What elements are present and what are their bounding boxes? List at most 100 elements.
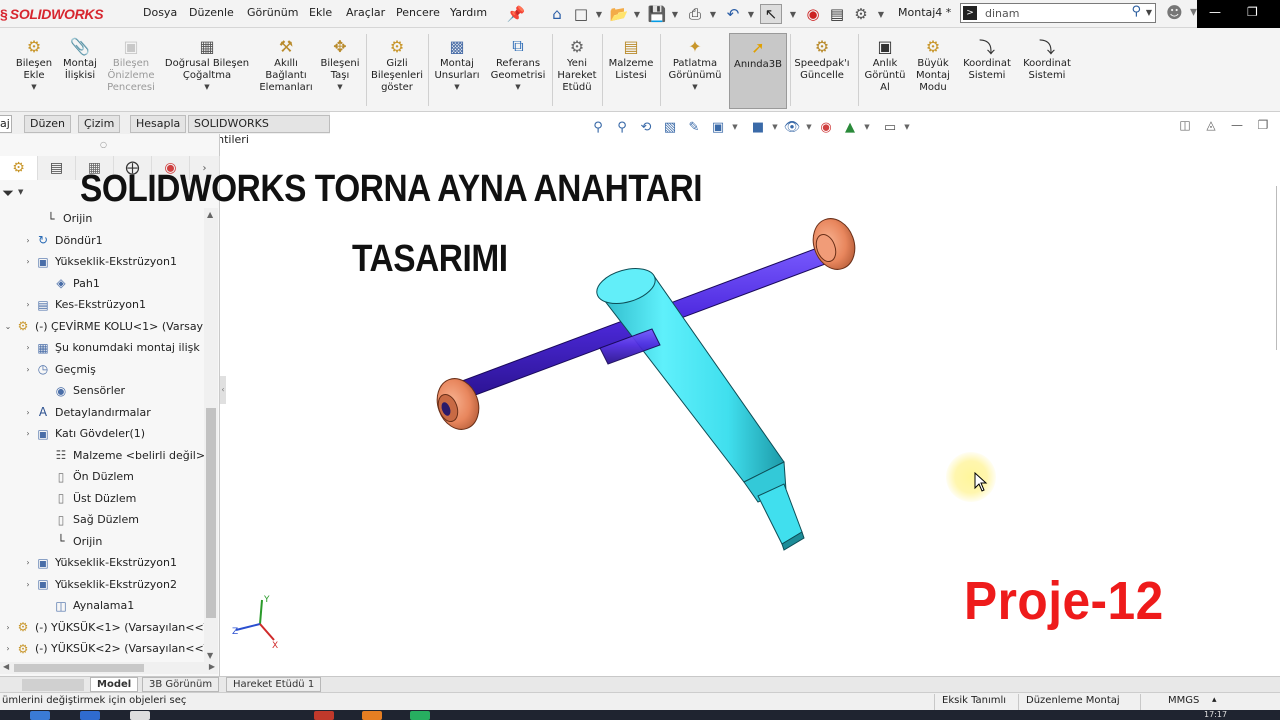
panel-grip[interactable]: ○: [100, 140, 107, 149]
menu-help[interactable]: Yardım: [450, 6, 487, 19]
tree-item[interactable]: › ▣ Yükseklik-Ekstrüzyon1: [22, 552, 177, 573]
chevron-down-icon[interactable]: ▼: [204, 83, 209, 91]
undo-dropdown-icon[interactable]: ▼: [746, 4, 756, 24]
tile-right-icon[interactable]: ◬: [1198, 118, 1224, 132]
panel-splitter[interactable]: ‹: [220, 376, 226, 404]
taskbar-app-icon[interactable]: [362, 711, 382, 720]
restore-icon[interactable]: ❐: [1247, 5, 1258, 19]
scroll-left-icon[interactable]: ◀: [3, 662, 9, 671]
filter-dropdown-icon[interactable]: ▼: [18, 188, 23, 196]
assembly-features-button[interactable]: ▩ Montaj Unsurları ▼: [432, 36, 482, 92]
menu-edit[interactable]: Düzenle: [189, 6, 234, 19]
units-chevron-icon[interactable]: ▴: [1212, 695, 1217, 705]
menu-insert[interactable]: Ekle: [309, 6, 332, 19]
select-dropdown-icon[interactable]: ▼: [788, 4, 798, 24]
solidworks-logo[interactable]: § SOLIDWORKS: [0, 2, 118, 26]
insert-component-button[interactable]: ⚙ Bileşen Ekle ▼: [12, 36, 56, 92]
command-search[interactable]: > ⚲ ▼: [960, 3, 1156, 23]
task-pane-edge[interactable]: [1276, 186, 1280, 350]
speedpak-button[interactable]: ⚙ Speedpak'ı Güncelle: [792, 36, 852, 82]
component-preview-button[interactable]: ▣ Bileşen Önizleme Penceresi: [104, 36, 158, 94]
tree-expander-icon[interactable]: ›: [22, 300, 34, 309]
new-document-icon[interactable]: □: [570, 4, 592, 24]
save-dropdown-icon[interactable]: ▼: [670, 4, 680, 24]
new-dropdown-icon[interactable]: ▼: [594, 4, 604, 24]
chuck-key-model[interactable]: [420, 200, 880, 560]
reference-geometry-button[interactable]: ⧉ Referans Geometrisi ▼: [488, 36, 548, 91]
search-icon[interactable]: ⚲: [1131, 4, 1141, 19]
chevron-down-icon[interactable]: ▼: [804, 117, 814, 137]
tab-sketch[interactable]: Çizim: [78, 115, 121, 133]
tile-left-icon[interactable]: ◫: [1172, 118, 1198, 132]
tree-item[interactable]: › ▣ Katı Gövdeler(1): [22, 423, 145, 444]
tree-item[interactable]: › ▣ Yükseklik-Ekstrüzyon2: [22, 574, 177, 595]
view-settings-icon[interactable]: ▭: [878, 117, 902, 137]
tree-item[interactable]: ◈ Pah1: [40, 273, 99, 294]
save-icon[interactable]: 💾: [646, 4, 668, 24]
tab-navigation-arrows[interactable]: [22, 679, 84, 691]
tree-item[interactable]: └ Orijin: [40, 531, 102, 552]
scroll-right-icon[interactable]: ▶: [209, 662, 215, 671]
tree-expander-icon[interactable]: ›: [22, 257, 34, 266]
menu-file[interactable]: Dosya: [143, 6, 177, 19]
doc-restore-icon[interactable]: ❐: [1250, 118, 1276, 132]
doc-minimize-icon[interactable]: —: [1224, 118, 1250, 132]
mate-button[interactable]: 📎 Montaj İlişkisi: [58, 36, 102, 82]
tree-expander-icon[interactable]: ›: [22, 558, 34, 567]
menu-view[interactable]: Görünüm: [247, 6, 298, 19]
taskbar-app-icon[interactable]: [30, 711, 50, 720]
scroll-down-icon[interactable]: ▼: [207, 651, 213, 660]
tree-expander-icon[interactable]: ›: [2, 644, 14, 653]
tree-item[interactable]: └ Orijin: [30, 208, 92, 229]
apply-scene-icon[interactable]: ▲: [838, 117, 862, 137]
edit-appearance-icon[interactable]: ◉: [814, 117, 838, 137]
tree-expander-icon[interactable]: ›: [22, 580, 34, 589]
view-orientation-icon[interactable]: ▣: [706, 117, 730, 137]
tab-assembly[interactable]: aj: [0, 115, 12, 133]
bill-of-materials-button[interactable]: ▤ Malzeme Listesi: [606, 36, 656, 82]
tab-evaluate[interactable]: Hesapla: [130, 115, 187, 133]
previous-view-icon[interactable]: ⟲: [634, 117, 658, 137]
menu-tools[interactable]: Araçlar: [346, 6, 385, 19]
tree-expander-icon[interactable]: ›: [22, 429, 34, 438]
print-dropdown-icon[interactable]: ▼: [708, 4, 718, 24]
feature-tree-tab-icon[interactable]: ⚙: [0, 156, 38, 180]
tree-item[interactable]: ☷ Malzeme <belirli değil>: [40, 445, 204, 466]
tree-expander-icon[interactable]: ›: [22, 236, 34, 245]
chevron-down-icon[interactable]: ▼: [730, 117, 740, 137]
open-folder-icon[interactable]: 📂: [608, 4, 630, 24]
file-properties-icon[interactable]: ▤: [826, 4, 848, 24]
menu-window[interactable]: Pencere: [396, 6, 440, 19]
move-component-button[interactable]: ✥ Bileşeni Taşı ▼: [318, 36, 362, 92]
tree-item[interactable]: › ▣ Yükseklik-Ekstrüzyon1: [22, 251, 177, 272]
chevron-down-icon[interactable]: ▼: [862, 117, 872, 137]
show-hidden-button[interactable]: ⚙ Gizli Bileşenleri göster: [370, 36, 424, 94]
tree-item[interactable]: › ◷ Geçmiş: [22, 359, 95, 380]
tree-expander-icon[interactable]: ›: [2, 623, 14, 632]
tree-expander-icon[interactable]: ›: [22, 365, 34, 374]
select-cursor-icon[interactable]: ↖: [760, 4, 782, 24]
tab-3d-view[interactable]: 3B Görünüm: [142, 677, 220, 692]
taskbar-app-icon[interactable]: [80, 711, 100, 720]
tree-item[interactable]: ◉ Sensörler: [40, 380, 125, 401]
minimize-icon[interactable]: —: [1209, 5, 1221, 19]
undo-icon[interactable]: ↶: [722, 4, 744, 24]
chevron-down-icon[interactable]: ▼: [692, 83, 697, 91]
tree-item[interactable]: › A Detaylandırmalar: [22, 402, 150, 423]
dynamic-annotation-icon[interactable]: ✎: [682, 117, 706, 137]
tree-vertical-scrollbar[interactable]: ▲ ▼: [204, 208, 218, 662]
tab-layout[interactable]: Düzen: [24, 115, 71, 133]
help-dropdown-icon[interactable]: ▾: [1190, 4, 1197, 20]
filter-icon[interactable]: ⏷: [2, 184, 14, 202]
scroll-up-icon[interactable]: ▲: [207, 210, 213, 219]
tree-item[interactable]: › ⚙ (-) YÜKSÜK<1> (Varsayılan<<\: [2, 617, 204, 638]
options-dropdown-icon[interactable]: ▼: [876, 4, 886, 24]
smart-fasteners-button[interactable]: ⚒ Akıllı Bağlantı Elemanları: [256, 36, 316, 94]
snapshot-button[interactable]: ▣ Anlık Görüntü Al: [862, 36, 908, 94]
print-icon[interactable]: ⎙: [684, 4, 706, 24]
tree-item[interactable]: › ▤ Kes-Ekstrüzyon1: [22, 294, 146, 315]
tab-model[interactable]: Model: [90, 677, 139, 692]
section-view-icon[interactable]: ▧: [658, 117, 682, 137]
taskbar-app-icon[interactable]: [410, 711, 430, 720]
chevron-down-icon[interactable]: ▼: [515, 83, 520, 91]
